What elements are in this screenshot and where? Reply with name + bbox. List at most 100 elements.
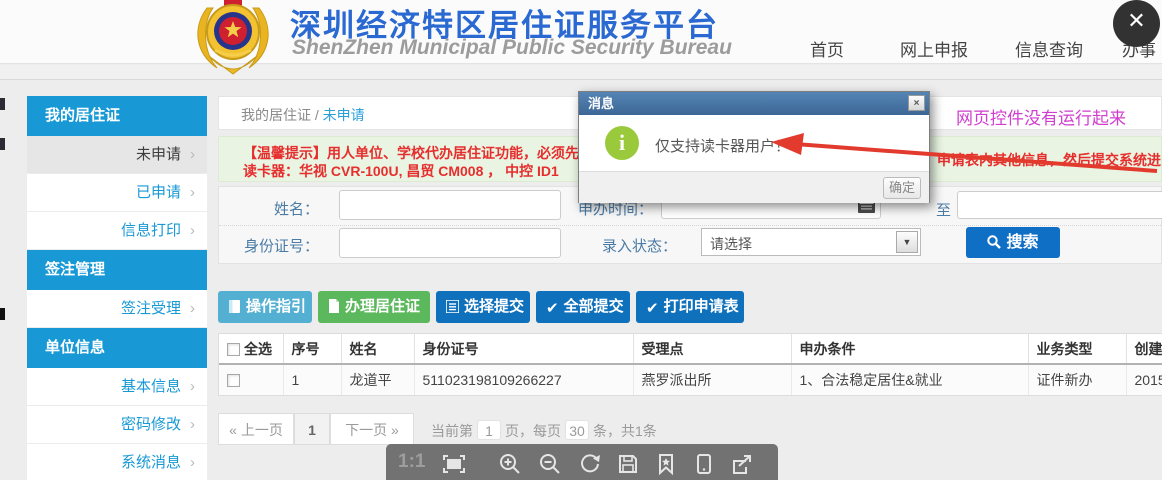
cell-apply-condition: 1、合法稳定居住&就业 [791,364,1028,395]
header-business-type: 业务类型 [1028,334,1126,364]
select-value: 请选择 [710,234,752,254]
actual-size-button[interactable]: 1:1 [398,451,425,473]
chevron-right-icon: › [190,290,195,328]
header-seq: 序号 [283,334,341,364]
chevron-right-icon: › [190,212,195,250]
cut-edge-fragment [0,138,5,150]
row-checkbox[interactable] [227,374,240,387]
notice-line1-right: 申请表内其他信息，然后提交系统进 [937,150,1161,170]
id-number-label: 身份证号： [244,235,319,256]
check-icon: ✔ [646,293,659,325]
sidebar-section-company-info: 单位信息 [27,328,207,368]
zoom-in-icon[interactable] [498,452,522,476]
name-input[interactable] [339,190,561,220]
sidebar-item-basic-info[interactable]: 基本信息 › [27,368,207,406]
search-button[interactable]: 搜索 [966,227,1060,258]
chevron-right-icon: › [190,368,195,406]
current-page-input[interactable]: 1 [477,420,501,440]
entry-status-label: 录入状态： [602,235,677,256]
sidebar-item-not-applied[interactable]: 未申请 › [27,136,207,174]
close-icon: ✕ [1113,8,1160,34]
sidebar-item-info-print[interactable]: 信息打印 › [27,212,207,250]
pagination-text: 当前第 [431,423,473,439]
apply-time-to-input[interactable] [957,191,1162,219]
page-size-input[interactable]: 30 [565,420,589,440]
rotate-icon[interactable] [578,452,602,476]
cell-business-type: 证件新办 [1028,364,1126,395]
cut-edge-fragment [0,308,5,320]
form-row-divider [219,225,1161,226]
info-icon: i [605,126,639,160]
header-id-number: 身份证号 [414,334,633,364]
guide-book-icon [228,293,241,325]
sidebar-item-endorsement-accept[interactable]: 签注受理 › [27,290,207,328]
header-label: 全选 [244,341,272,357]
sidebar-item-password-change[interactable]: 密码修改 › [27,406,207,444]
breadcrumb-current: 未申请 [323,107,365,123]
dialog-message: 仅支持读卡器用户！ [655,135,790,156]
nav-item-online-declare[interactable]: 网上申报 [900,36,968,61]
pagination-text: 条，共1条 [593,423,657,439]
submit-selected-button[interactable]: 选择提交 [436,291,530,323]
share-icon[interactable] [730,452,754,476]
image-viewer-toolbar: 1:1 [386,444,778,480]
sidebar-item-applied[interactable]: 已申请 › [27,174,207,212]
table-header-row: 全选 序号 姓名 身份证号 受理点 申办条件 业务类型 创建 [219,334,1162,364]
breadcrumb: 我的居住证 / 未申请 [241,105,365,125]
dialog-title-bar[interactable]: 消息 × [579,92,929,115]
breadcrumb-parent[interactable]: 我的居住证 [241,107,311,123]
device-icon[interactable] [692,452,716,476]
save-icon[interactable] [616,452,640,476]
notice-line2: 读卡器：华视 CVR-100U, 昌贸 CM008 ， 中控 ID1 [243,161,559,181]
dialog-title: 消息 [588,96,614,111]
action-label: 办理居住证 [345,298,420,315]
sidebar-item-label: 未申请 [136,146,181,163]
chevron-right-icon: › [190,174,195,212]
chevron-right-icon: › [190,136,195,174]
entry-status-select[interactable]: 请选择 ▼ [701,228,921,256]
header-created: 创建 [1126,334,1162,364]
apply-permit-button[interactable]: 办理居住证 [318,291,430,323]
search-button-label: 搜索 [1006,234,1038,251]
zoom-out-icon[interactable] [538,452,562,476]
header-apply-condition: 申办条件 [791,334,1028,364]
name-label: 姓名： [274,198,319,219]
fit-screen-icon[interactable] [442,452,466,476]
chevron-right-icon: › [190,444,195,480]
id-number-input[interactable] [339,228,561,258]
notice-line1-left: 【温馨提示】用人单位、学校代办居住证功能，必须先 [243,143,579,163]
header-sub-bar [0,65,1162,80]
cell-name: 龙道平 [341,364,414,395]
dialog-body: i 仅支持读卡器用户！ [579,115,929,171]
ok-button[interactable]: 确定 [883,177,921,199]
action-label: 操作指引 [246,298,306,315]
sidebar-section-my-permit: 我的居住证 [27,96,207,136]
chevron-right-icon: › [190,406,195,444]
print-application-button[interactable]: ✔打印申请表 [636,291,744,323]
prev-page-button[interactable]: « 上一页 [218,413,294,445]
header-accept-point: 受理点 [633,334,791,364]
action-label: 全部提交 [564,298,624,315]
action-label: 选择提交 [464,298,524,315]
pagination-info: 当前第1页，每页30条，共1条 [431,420,657,441]
dropdown-arrow-icon[interactable]: ▼ [896,231,918,253]
bookmark-star-icon[interactable] [654,452,678,476]
dialog-close-icon[interactable]: × [908,95,925,111]
table-row[interactable]: 1 龙道平 511023198109266227 燕罗派出所 1、合法稳定居住&… [219,364,1162,395]
select-all-checkbox[interactable] [227,343,240,356]
page-number-button[interactable]: 1 [294,413,330,445]
cell-accept-point: 燕罗派出所 [633,364,791,395]
sidebar-item-label: 已申请 [136,184,181,201]
nav-item-info-query[interactable]: 信息查询 [1015,36,1083,61]
next-page-button[interactable]: 下一页 » [330,413,414,445]
pagination-text: 页，每页 [505,423,561,439]
operation-guide-button[interactable]: 操作指引 [218,291,312,323]
check-icon: ✔ [546,293,559,325]
select-all-header: 全选 [219,334,283,364]
sidebar-item-system-messages[interactable]: 系统消息 › [27,444,207,480]
nav-item-home[interactable]: 首页 [810,36,844,61]
main-nav: 首页 网上申报 信息查询 办事 [800,36,1162,60]
viewer-close-button[interactable]: ✕ [1113,0,1160,47]
submit-all-button[interactable]: ✔ 全部提交 [536,291,630,323]
residence-permit-portal: 深圳经济特区居住证服务平台 ShenZhen Municipal Public … [0,0,1162,480]
